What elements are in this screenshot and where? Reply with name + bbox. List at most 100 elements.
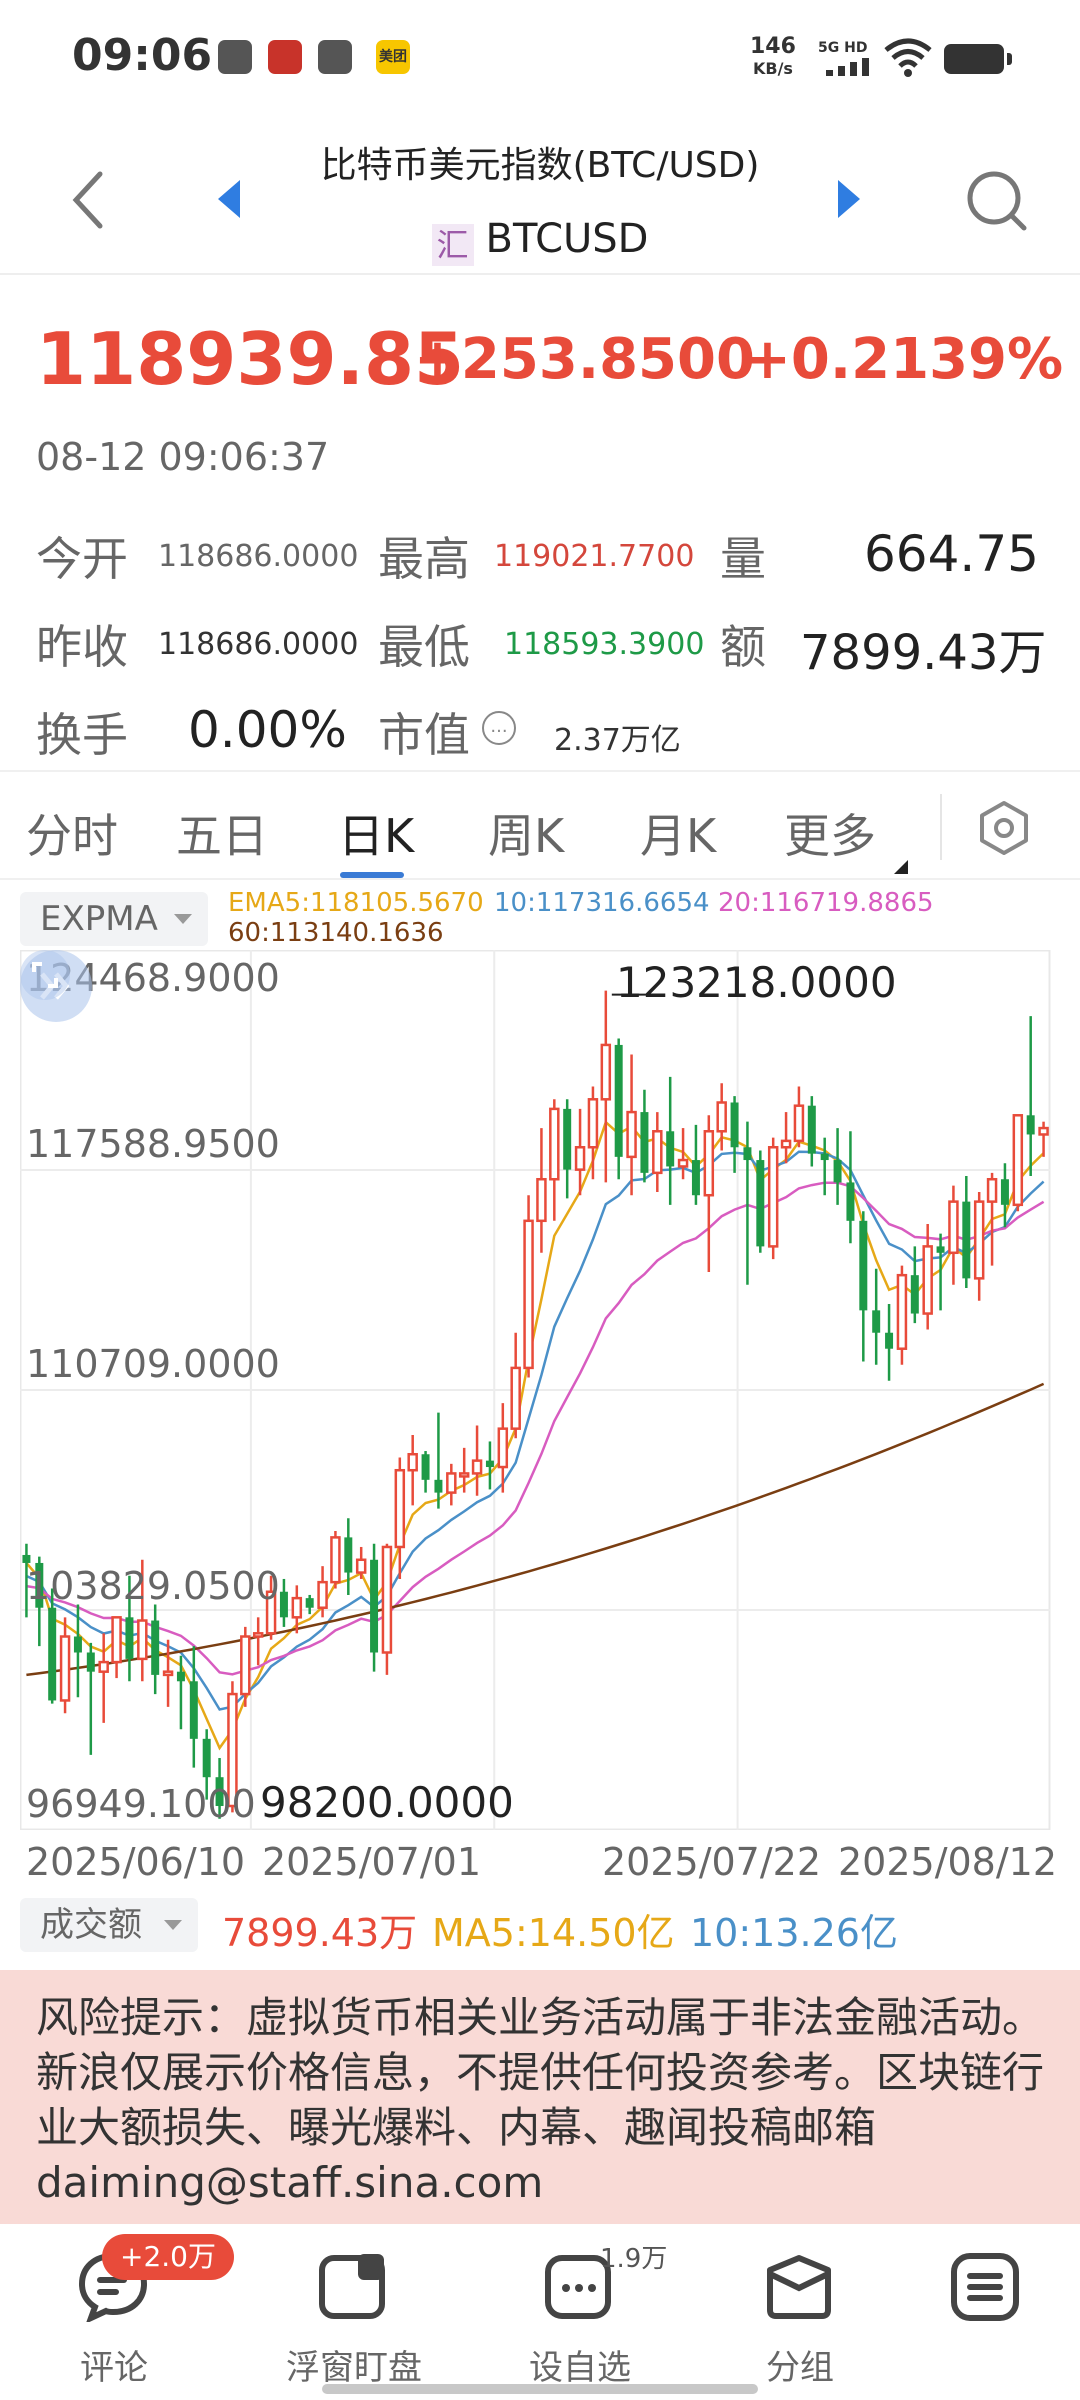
candle-body (986, 1177, 998, 1203)
min-price-label: 98200.0000 (260, 1778, 514, 1827)
candle-body (485, 1460, 494, 1468)
y-axis-label: 103829.0500 (26, 1564, 280, 1608)
amount-value: 7899.43万 (800, 625, 1047, 681)
next-symbol-icon[interactable] (832, 174, 866, 224)
candle-body (833, 1160, 842, 1183)
candle-body (48, 1607, 57, 1701)
candle-body (381, 1545, 393, 1654)
candle-body (549, 1107, 560, 1181)
volume-label: 量 (720, 532, 766, 586)
prev-close-label: 昨收 (36, 620, 128, 674)
candle-body (1000, 1179, 1009, 1205)
candle-body (896, 1273, 908, 1350)
market-cap-info-icon[interactable]: ... (482, 711, 516, 745)
watchlist-count: 1.9万 (600, 2244, 668, 2274)
candle-body (666, 1131, 675, 1167)
open-value: 118686.0000 (158, 539, 359, 574)
candle-body (446, 1472, 457, 1494)
market-cap-label: 市值 (378, 708, 470, 762)
volume-ma5: MA5:14.50亿 (432, 1911, 675, 1955)
candle-body (330, 1536, 341, 1584)
indicator-select[interactable]: EXPMA (20, 892, 208, 946)
y-axis-label: 110709.0000 (26, 1342, 280, 1386)
quote-summary: 118939.85 +253.8500 +0.2139% 08-12 09:06… (0, 275, 1080, 765)
candle-body (962, 1201, 971, 1279)
low-label: 最低 (378, 620, 470, 674)
fullscreen-icon[interactable] (20, 950, 70, 1000)
menu-icon (951, 2253, 1019, 2321)
candle-body (1012, 1114, 1024, 1207)
battery-icon (944, 44, 1012, 74)
price-change: +253.8500 (414, 327, 755, 392)
risk-notice: 风险提示：虚拟货币相关业务活动属于非法金融活动。新浪仅展示价格信息，不提供任何投… (0, 1970, 1080, 2224)
turnover-label: 换手 (36, 708, 128, 762)
x-axis-label: 2025/07/01 (262, 1840, 482, 1884)
page-title: 比特币美元指数(BTC/USD) (320, 145, 760, 186)
last-price: 118939.85 (36, 317, 465, 401)
x-axis-label: 2025/06/10 (26, 1840, 246, 1884)
tab-more[interactable]: 更多 (784, 800, 876, 866)
candle-body (151, 1620, 160, 1675)
tab-five-day[interactable]: 五日 (176, 800, 268, 866)
x-axis-label: 2025/07/22 (602, 1840, 822, 1884)
ema10-value: 10:117316.6654 (494, 888, 710, 918)
tab-monthly-k[interactable]: 月K (640, 800, 716, 866)
forex-icon: 汇 (431, 224, 474, 266)
float-window-icon (319, 2254, 385, 2319)
candle-body (677, 1158, 689, 1168)
candle-body (59, 1635, 71, 1702)
high-label: 最高 (378, 532, 470, 586)
nav-menu[interactable] (876, 2224, 1080, 2400)
status-time: 09:06 (72, 30, 213, 81)
candle-body (780, 1139, 792, 1149)
prev-close-value: 118686.0000 (158, 627, 359, 662)
candle-body (793, 1104, 805, 1143)
candle-body (291, 1596, 303, 1619)
high-value: 119021.7700 (494, 539, 695, 574)
nav-label: 评论 (80, 2348, 148, 2388)
candle-body (279, 1591, 288, 1618)
candle-body (922, 1245, 933, 1315)
candle-body (910, 1275, 919, 1314)
candle-body (370, 1559, 379, 1653)
candle-body (98, 1660, 109, 1673)
ema5-line (25, 1120, 1045, 1751)
nav-label: 浮窗盯盘 (286, 2348, 422, 2388)
group-icon (767, 2255, 831, 2319)
max-price-label: 123218.0000 (616, 958, 897, 1007)
candle-body (510, 1366, 521, 1430)
tab-intraday[interactable]: 分时 (26, 800, 118, 866)
price-change-percent: +0.2139% (744, 327, 1064, 392)
candle-body (536, 1177, 547, 1223)
candle-body (434, 1479, 443, 1493)
ema5-value: EMA5:118105.5670 (228, 888, 484, 918)
tab-divider (940, 794, 942, 860)
candle-body (407, 1452, 418, 1472)
market-cap-value: 2.37万亿 (554, 723, 681, 758)
candle-body (305, 1598, 314, 1608)
candle-body (872, 1310, 881, 1333)
candle-body (162, 1670, 174, 1677)
active-tab-indicator (340, 872, 404, 878)
amount-label: 额 (720, 620, 766, 674)
search-icon[interactable] (960, 164, 1032, 236)
candle-body (523, 1219, 534, 1370)
candle-body (859, 1220, 868, 1311)
meituan-app-icon: 美团 (376, 40, 410, 74)
candle-body (703, 1130, 715, 1197)
tab-weekly-k[interactable]: 周K (488, 800, 564, 866)
tab-daily-k[interactable]: 日K (338, 800, 414, 866)
volume-indicator-select[interactable]: 成交额 (20, 1898, 198, 1952)
nav-float-window[interactable]: 浮窗盯盘 (246, 2224, 462, 2400)
kline-svg (20, 950, 1051, 1830)
home-indicator[interactable] (322, 2384, 758, 2394)
symbol-code: BTCUSD (485, 216, 649, 262)
bottom-nav: 评论 +2.0万 浮窗盯盘 设自选 1.9万 分组 (0, 2224, 1080, 2400)
turnover-value: 0.00% (188, 701, 347, 759)
kline-chart[interactable]: 124468.9000 117588.9500 110709.0000 1038… (20, 950, 1060, 1830)
candle-body (652, 1130, 663, 1175)
candle-body (1026, 1115, 1035, 1135)
wifi-icon (884, 38, 932, 77)
settings-icon[interactable] (976, 800, 1032, 856)
quote-timestamp: 08-12 09:06:37 (36, 435, 330, 479)
